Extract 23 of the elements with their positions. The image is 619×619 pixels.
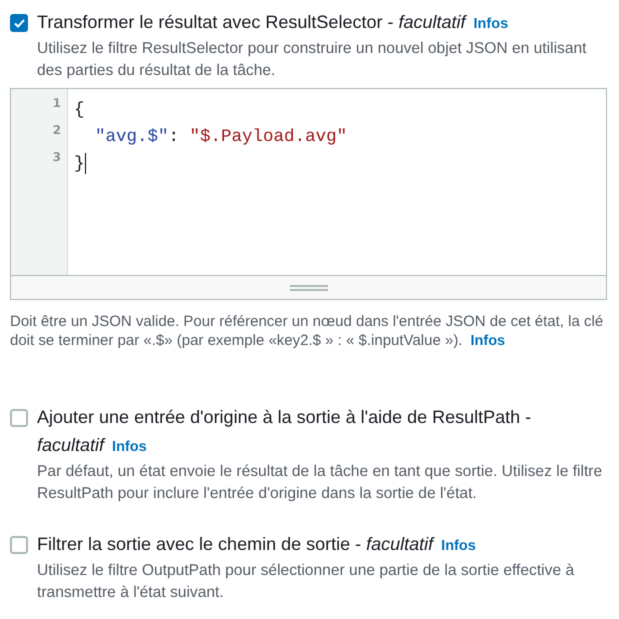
option-description: Par défaut, un état envoie le résultat de la tâche en tant que sortie. Utilisez le filtre ResultPath pour inclure l'entrée d'origine dans la sortie de l'état. [37,462,604,504]
help-text: Doit être un JSON valide. Pour référencer un nœud dans l'entrée JSON de cet état, la clé doit se terminer par «.$» (par exemple «key2.$ » : « $.inputValue »). Infos [10,312,604,351]
code-line: { [74,100,85,120]
info-link[interactable]: Infos [474,16,508,32]
line-number: 3 [52,150,61,164]
line-number: 2 [52,123,61,137]
code-editor[interactable]: 1 2 3 { "avg.$": "$.Payload.avg" } [10,88,607,300]
info-link[interactable]: Infos [112,439,147,455]
option-description: Utilisez le filtre ResultSelector pour construire un nouvel objet JSON en utilisant des parties du résultat de la tâche. [37,39,588,81]
line-number: 1 [52,96,61,110]
resize-handle-icon[interactable] [290,284,328,290]
checkmark-icon [14,18,24,28]
info-link[interactable]: Infos [470,333,506,349]
info-link[interactable]: Infos [441,538,476,554]
code-line: "avg.$": "$.Payload.avg" [95,126,348,146]
option-label: Ajouter une entrée d'origine à la sortie à l'aide de ResultPath - facultatif Infos [37,406,532,457]
option-description: Utilisez le filtre OutputPath pour sélectionner une partie de la sortie effective à transmettre à l'état suivant. [37,561,576,603]
checkbox[interactable] [10,536,28,554]
option-label: Filtrer la sortie avec le chemin de sortie - facultatif Infos [37,533,477,556]
checkbox[interactable] [10,409,28,427]
code-line: } [74,154,85,174]
option-label: Transformer le résultat avec ResultSelector - facultatif Infos [37,11,510,34]
checkbox[interactable] [10,14,28,32]
